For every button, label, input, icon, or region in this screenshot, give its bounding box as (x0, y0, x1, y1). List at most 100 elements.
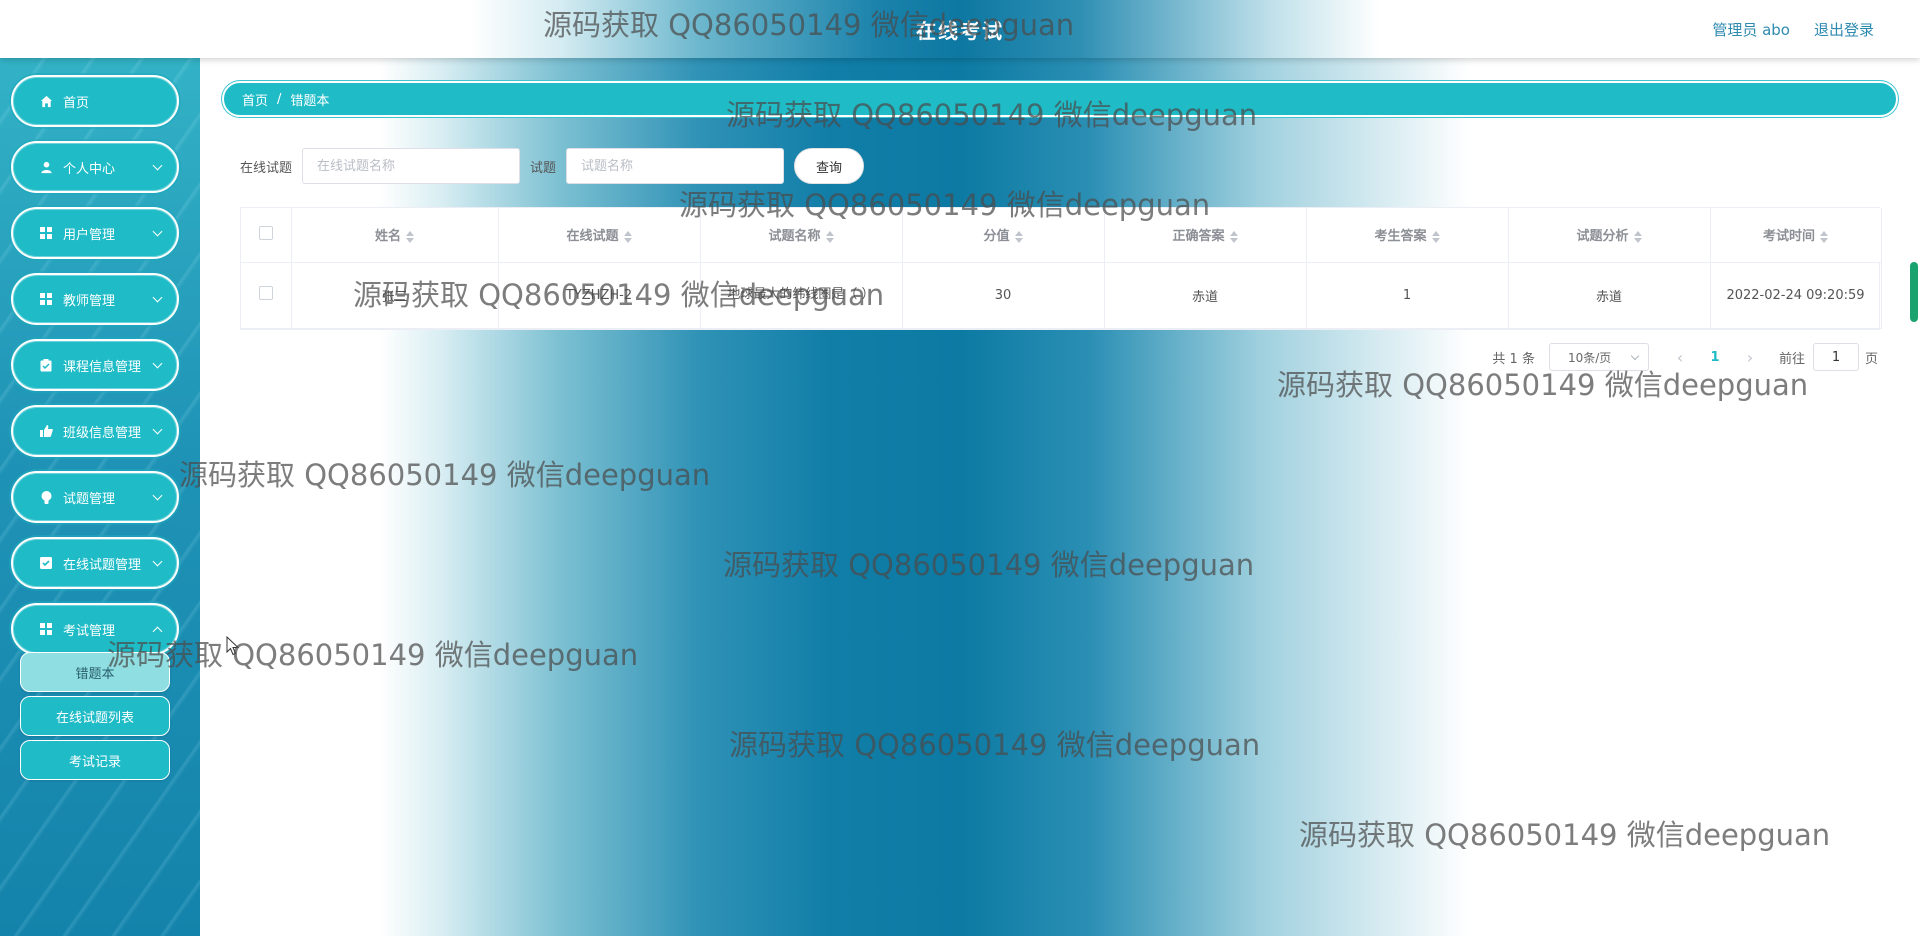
watermark-text: 源码获取 QQ86050149 微信deepguan (179, 458, 711, 492)
breadcrumb-current: 错题本 (290, 93, 330, 109)
column-header-label: 分值 (983, 229, 1010, 245)
grid-icon (39, 292, 53, 306)
sidebar-item-course-management[interactable]: 课程信息管理 (11, 339, 179, 391)
app-title: 在线考试 (916, 19, 1004, 43)
sidebar-item-question-management[interactable]: 试题管理 (11, 471, 179, 523)
query-button[interactable]: 查询 (794, 148, 865, 184)
question-name-input[interactable] (566, 148, 785, 184)
sort-icon[interactable] (1014, 230, 1023, 243)
sidebar-item-label: 班级信息管理 (63, 425, 142, 441)
sidebar-item-label: 用户管理 (63, 227, 116, 243)
cell-exam: TYZHZH-2 (498, 262, 701, 329)
chevron-down-icon (152, 358, 163, 368)
sidebar-item-user-management[interactable]: 用户管理 (11, 207, 179, 259)
sidebar-item-label: 试题管理 (63, 491, 116, 507)
thumb-icon (39, 424, 53, 438)
cell-analysis: 赤道 (1508, 262, 1711, 329)
top-bar: 在线考试 管理员 abo 退出登录 (0, 0, 1920, 58)
logout-link[interactable]: 退出登录 (1814, 19, 1874, 40)
sort-icon[interactable] (825, 230, 834, 243)
admin-user-link[interactable]: 管理员 abo (1712, 19, 1790, 40)
sort-icon[interactable] (623, 230, 632, 243)
cell-score: 30 (902, 262, 1105, 329)
sidebar-item-teacher-management[interactable]: 教师管理 (11, 273, 179, 325)
column-header-label: 姓名 (374, 229, 401, 245)
mouse-cursor-icon (226, 636, 240, 656)
watermark-text: 源码获取 QQ86050149 微信deepguan (723, 548, 1255, 582)
grid-icon (39, 226, 53, 240)
sort-icon[interactable] (1820, 230, 1828, 243)
chevron-down-icon (152, 292, 163, 302)
chevron-down-icon (152, 556, 163, 566)
home-icon (39, 94, 53, 108)
column-header-label: 在线试题 (566, 229, 619, 245)
column-header-question[interactable]: 试题名称 (700, 208, 903, 263)
column-header-label: 考生答案 (1374, 229, 1427, 245)
grid-icon (39, 622, 53, 636)
chevron-down-icon (1630, 351, 1640, 361)
chevron-down-icon (152, 490, 163, 500)
page-scrollbar[interactable] (1910, 262, 1918, 322)
column-header-label: 正确答案 (1172, 229, 1225, 245)
search-form: 在线试题 试题 查询 (240, 148, 865, 184)
sidebar-item-exam-management[interactable]: 考试管理 (11, 603, 179, 655)
sidebar-item-label: 课程信息管理 (63, 359, 142, 375)
sidebar: 首页 个人中心 用户管理 教师管理 课程信息管理 班级信息管理 试题管理 在线试… (0, 58, 200, 936)
next-page-button[interactable]: › (1735, 348, 1765, 367)
page-number-current[interactable]: 1 (1695, 350, 1735, 365)
question-name-label: 试题 (530, 160, 557, 176)
column-header-name[interactable]: 姓名 (291, 208, 499, 263)
prev-page-button[interactable]: ‹ (1665, 348, 1695, 367)
submenu-item-online-question-list[interactable]: 在线试题列表 (20, 696, 170, 736)
sidebar-item-online-question-management[interactable]: 在线试题管理 (11, 537, 179, 589)
column-header-label: 试题分析 (1576, 229, 1629, 245)
table-header-row: 姓名 在线试题 试题名称 分值 正确答案 考生答案 试题分析 考试时间 (241, 208, 1882, 263)
breadcrumb-home[interactable]: 首页 (242, 90, 268, 109)
select-all-checkbox[interactable] (258, 225, 273, 240)
exam-name-input[interactable] (302, 148, 521, 184)
goto-page-input[interactable] (1812, 343, 1859, 371)
sort-icon[interactable] (1229, 230, 1238, 243)
cell-correct-answer: 赤道 (1104, 262, 1307, 329)
cell-student-answer: 1 (1306, 262, 1509, 329)
sort-icon[interactable] (1633, 230, 1642, 243)
sidebar-item-label: 个人中心 (63, 161, 116, 177)
column-header-exam-time[interactable]: 考试时间 (1710, 208, 1882, 263)
page-size-value: 10条/页 (1567, 350, 1612, 365)
sort-icon[interactable] (1431, 230, 1440, 243)
goto-unit-label: 页 (1864, 351, 1878, 367)
check-square-icon (39, 556, 53, 570)
sidebar-item-label: 教师管理 (63, 293, 116, 309)
column-header-label: 试题名称 (768, 229, 821, 245)
submenu-item-exam-records[interactable]: 考试记录 (20, 740, 170, 780)
clipboard-icon (39, 358, 53, 372)
pagination: 共 1 条 10条/页 ‹ 1 › 前往 页 (1492, 343, 1878, 371)
cell-question-text: 地球最大的纬线圈是（ ） (727, 287, 875, 302)
table-row[interactable]: 张三 TYZHZH-2 地球最大的纬线圈是（ ） 30 赤道 1 赤道 2022… (241, 262, 1882, 329)
column-header-exam[interactable]: 在线试题 (498, 208, 701, 263)
watermark-text: 源码获取 QQ86050149 微信deepguan (1299, 818, 1831, 852)
column-header-label: 考试时间 (1762, 229, 1815, 245)
sidebar-item-personal-center[interactable]: 个人中心 (11, 141, 179, 193)
watermark-text: 源码获取 QQ86050149 微信deepguan (729, 728, 1261, 762)
pagination-total: 共 1 条 (1492, 351, 1535, 367)
breadcrumb: 首页 / 错题本 (222, 81, 1898, 117)
sidebar-item-label: 在线试题管理 (63, 557, 142, 573)
column-header-score[interactable]: 分值 (902, 208, 1105, 263)
chevron-down-icon (152, 226, 163, 236)
cell-question: 地球最大的纬线圈是（ ） (700, 262, 903, 329)
column-header-analysis[interactable]: 试题分析 (1508, 208, 1711, 263)
sidebar-item-class-management[interactable]: 班级信息管理 (11, 405, 179, 457)
row-checkbox[interactable] (258, 286, 273, 300)
submenu-item-wrong-questions[interactable]: 错题本 (20, 652, 170, 692)
person-icon (39, 160, 53, 174)
sidebar-item-home[interactable]: 首页 (11, 75, 179, 127)
exam-name-label: 在线试题 (240, 160, 293, 176)
column-header-student-answer[interactable]: 考生答案 (1306, 208, 1509, 263)
cell-exam-time: 2022-02-24 09:20:59 (1710, 262, 1882, 329)
column-header-correct-answer[interactable]: 正确答案 (1104, 208, 1307, 263)
sort-icon[interactable] (406, 230, 414, 243)
page-size-select[interactable]: 10条/页 (1548, 343, 1649, 371)
breadcrumb-separator: / (277, 91, 282, 107)
chevron-down-icon (152, 626, 163, 636)
